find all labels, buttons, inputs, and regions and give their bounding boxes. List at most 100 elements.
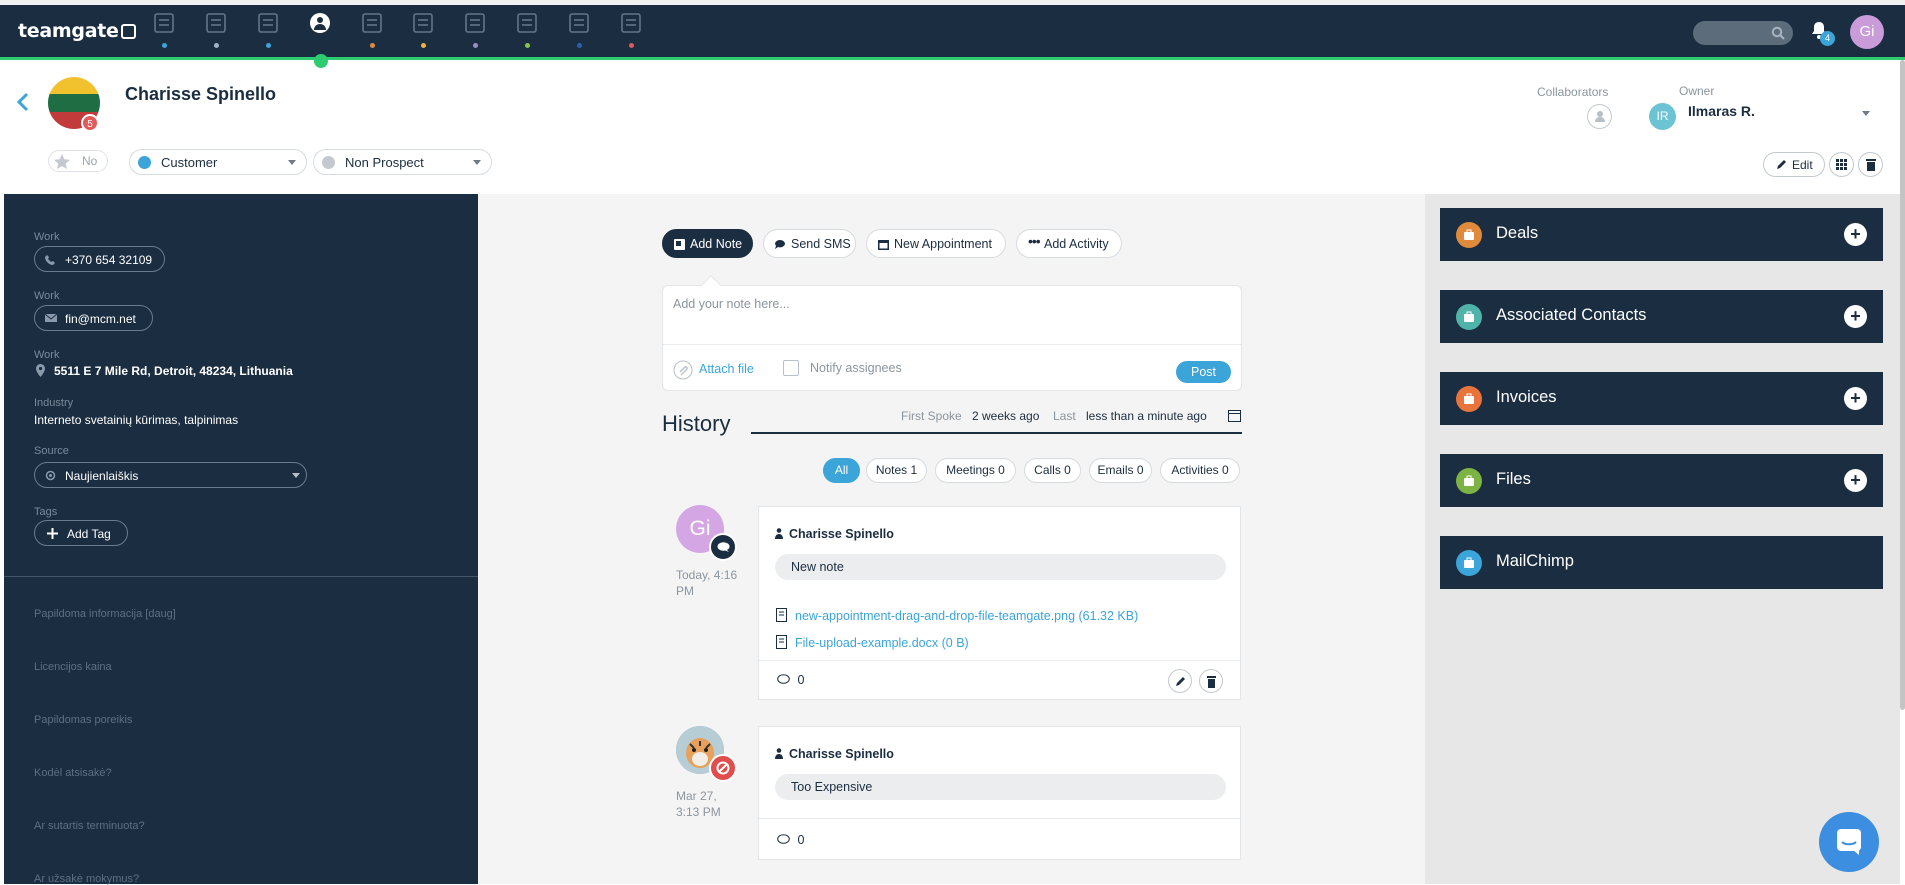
email-field[interactable]: fin@mcm.net bbox=[34, 305, 153, 331]
tab-send-sms[interactable]: Send SMS bbox=[763, 229, 856, 258]
filter-all[interactable]: All bbox=[823, 458, 860, 483]
prospect-status-select[interactable]: Non Prospect bbox=[313, 149, 492, 175]
live-chat-button[interactable] bbox=[1819, 812, 1879, 872]
history-card: Charisse Spinello Too Expensive 0 bbox=[758, 726, 1241, 860]
clipboard-icon[interactable] bbox=[516, 12, 540, 34]
edit-button[interactable]: Edit bbox=[1763, 152, 1825, 177]
person-icon bbox=[775, 528, 783, 539]
back-button[interactable] bbox=[16, 92, 30, 112]
extra-field-label[interactable]: Kodėl atsisakė? bbox=[34, 767, 112, 779]
add-deals-button[interactable]: + bbox=[1844, 223, 1867, 246]
extra-field-label[interactable]: Papildomas poreikis bbox=[34, 714, 132, 726]
tab-add-activity[interactable]: ••• Add Activity bbox=[1016, 229, 1122, 258]
notify-assignees-checkbox[interactable] bbox=[783, 360, 799, 376]
nav-indicator-dot bbox=[421, 43, 426, 48]
status-dot bbox=[138, 156, 151, 169]
section-mailchimp[interactable]: MailChimp bbox=[1440, 536, 1883, 589]
tab-label: Add Activity bbox=[1044, 237, 1109, 251]
filter-meetings[interactable]: Meetings 0 bbox=[935, 458, 1016, 483]
delete-note-button[interactable] bbox=[1199, 669, 1223, 693]
tab-label: Send SMS bbox=[791, 237, 851, 251]
add-tag-button[interactable]: Add Tag bbox=[34, 520, 128, 546]
address-label: Work bbox=[34, 349, 60, 361]
phone-field[interactable]: +370 654 32109 bbox=[34, 246, 165, 272]
chevron-down-icon bbox=[288, 160, 296, 165]
favorite-toggle[interactable]: No bbox=[48, 150, 108, 172]
extra-field-label[interactable]: Papildoma informacija [daug] bbox=[34, 608, 176, 620]
address-value[interactable]: 5511 E 7 Mile Rd, Detroit, 48234, Lithua… bbox=[54, 364, 293, 378]
file-icon bbox=[776, 608, 787, 622]
extra-field-label[interactable]: Ar užsakė mokymus? bbox=[34, 873, 139, 885]
owner-label: Owner bbox=[1679, 84, 1715, 98]
search-input[interactable] bbox=[1693, 21, 1793, 45]
note-type-badge bbox=[709, 533, 737, 561]
attachment-link[interactable]: File-upload-example.docx (0 B) bbox=[776, 635, 969, 650]
pencil-icon bbox=[1777, 160, 1786, 169]
delete-contact-button[interactable] bbox=[1858, 152, 1883, 177]
tab-add-note[interactable]: Add Note bbox=[662, 229, 753, 258]
filter-emails[interactable]: Emails 0 bbox=[1089, 458, 1152, 483]
add-associated-contacts-button[interactable]: + bbox=[1844, 305, 1867, 328]
comment-icon bbox=[777, 674, 790, 684]
filter-activities[interactable]: Activities 0 bbox=[1160, 458, 1240, 483]
dashboard-icon[interactable] bbox=[153, 12, 177, 34]
filter-calls[interactable]: Calls 0 bbox=[1024, 458, 1081, 483]
chat-bubble-icon bbox=[717, 542, 730, 552]
comments-count[interactable]: 0 bbox=[777, 673, 804, 687]
attach-file-button[interactable]: Attach file bbox=[673, 360, 754, 380]
filter-notes[interactable]: Notes 1 bbox=[866, 458, 927, 483]
note-composer[interactable]: Add your note here... Attach file Notify… bbox=[662, 285, 1242, 391]
edit-note-button[interactable] bbox=[1168, 669, 1192, 693]
attachment-link[interactable]: new-appointment-drag-and-drop-file-teamg… bbox=[776, 608, 1138, 623]
add-collaborator-button[interactable] bbox=[1587, 104, 1612, 129]
section-deals[interactable]: Deals + bbox=[1440, 208, 1883, 261]
companies-icon[interactable] bbox=[257, 12, 281, 34]
industry-label: Industry bbox=[34, 397, 74, 409]
add-files-button[interactable]: + bbox=[1844, 469, 1867, 492]
add-tag-label: Add Tag bbox=[67, 527, 111, 541]
owner-dropdown-caret[interactable] bbox=[1862, 111, 1870, 116]
nav-indicator-dot bbox=[162, 43, 167, 48]
grid-menu-button[interactable] bbox=[1829, 152, 1854, 177]
user-avatar[interactable]: Gi bbox=[1850, 15, 1884, 49]
note-timestamp: Today, 4:16 PM bbox=[676, 568, 738, 598]
source-icon bbox=[45, 470, 56, 481]
people-icon[interactable] bbox=[309, 12, 333, 34]
target-icon[interactable] bbox=[205, 12, 229, 34]
nav-indicator-dot bbox=[629, 43, 634, 48]
avatar-badge: 5 bbox=[81, 114, 99, 132]
extra-field-label[interactable]: Licencijos kaina bbox=[34, 661, 112, 673]
source-select[interactable]: Naujienlaiškis bbox=[34, 462, 307, 488]
active-nav-indicator bbox=[314, 54, 328, 68]
leads-icon[interactable] bbox=[464, 12, 488, 34]
contact-name: Charisse Spinello bbox=[125, 84, 277, 104]
post-button[interactable]: Post bbox=[1176, 361, 1231, 383]
tab-label: Add Note bbox=[690, 237, 743, 251]
panel-divider bbox=[4, 576, 478, 577]
history-underline bbox=[751, 432, 1242, 434]
owner-avatar: IR bbox=[1649, 103, 1676, 130]
prospect-status-value: Non Prospect bbox=[345, 155, 424, 170]
owner-name[interactable]: Ilmaras R. bbox=[1688, 103, 1755, 119]
add-invoices-button[interactable]: + bbox=[1844, 387, 1867, 410]
section-associated-contacts[interactable]: Associated Contacts + bbox=[1440, 290, 1883, 343]
section-title: Files bbox=[1496, 470, 1531, 488]
ban-icon bbox=[716, 761, 730, 775]
section-invoices[interactable]: Invoices + bbox=[1440, 372, 1883, 425]
tab-new-appointment[interactable]: New Appointment bbox=[866, 229, 1006, 258]
calendar-icon[interactable] bbox=[412, 12, 436, 34]
paperclip-icon bbox=[1456, 468, 1482, 494]
reports-icon[interactable] bbox=[568, 12, 592, 34]
page-scrollbar[interactable] bbox=[1900, 60, 1905, 710]
comments-count[interactable]: 0 bbox=[777, 833, 804, 847]
nav-indicator-dot bbox=[214, 43, 219, 48]
section-files[interactable]: Files + bbox=[1440, 454, 1883, 507]
email-value: fin@mcm.net bbox=[65, 312, 136, 326]
logo[interactable]: teamgate bbox=[18, 20, 136, 42]
invoices-icon[interactable] bbox=[620, 12, 644, 34]
extra-field-label[interactable]: Ar sutartis terminuota? bbox=[34, 820, 145, 832]
calendar-icon[interactable] bbox=[1228, 409, 1241, 422]
note-input[interactable]: Add your note here... bbox=[673, 297, 790, 311]
deals-icon[interactable] bbox=[361, 12, 385, 34]
customer-status-select[interactable]: Customer bbox=[129, 149, 307, 175]
